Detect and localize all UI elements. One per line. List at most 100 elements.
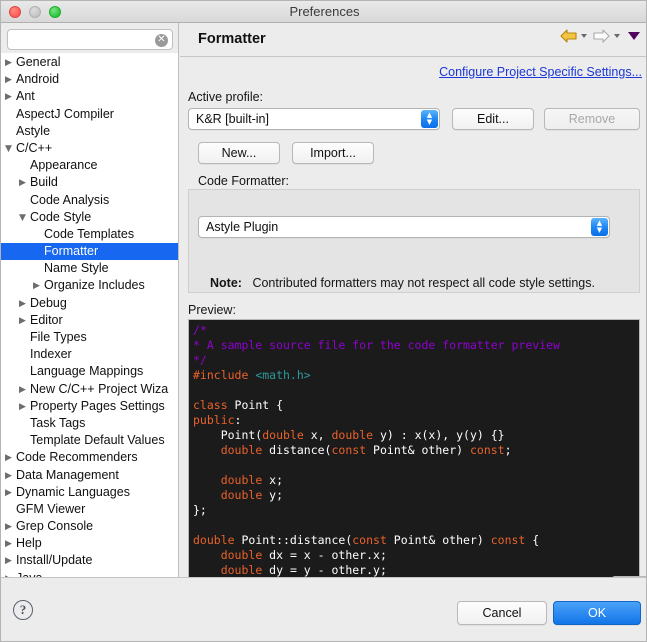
sidebar-item-code-templates[interactable]: Code Templates (1, 226, 178, 243)
clear-search-icon[interactable]: ✕ (155, 34, 168, 47)
sidebar-item-code-style[interactable]: ▼ Code Style (1, 209, 178, 227)
sidebar-item-grep-console[interactable]: ▶ Grep Console (1, 518, 178, 536)
sidebar-item-name-style[interactable]: Name Style (1, 260, 178, 277)
sidebar-item-code-recommenders[interactable]: ▶ Code Recommenders (1, 449, 178, 467)
sidebar-item-label: Formatter (44, 244, 99, 259)
cancel-button[interactable]: Cancel (457, 601, 547, 625)
code-line: double dx = x - other.x; (193, 548, 639, 563)
sidebar-item-dynamic-languages[interactable]: ▶ Dynamic Languages (1, 484, 178, 502)
help-icon[interactable]: ? (13, 600, 33, 620)
code-token: double (331, 428, 374, 442)
code-token: double (220, 473, 263, 487)
back-arrow-icon (560, 29, 577, 43)
code-token: /* (193, 323, 207, 337)
code-token: double (220, 548, 263, 562)
code-token: y; (262, 488, 284, 502)
chevron-right-icon[interactable]: ▶ (5, 450, 16, 467)
code-line: double Point::distance(const Point& othe… (193, 533, 639, 548)
code-token: <math.h> (255, 368, 311, 382)
chevron-right-icon[interactable]: ▶ (19, 313, 30, 330)
code-token: Point& other) (386, 533, 491, 547)
back-button[interactable] (560, 29, 577, 43)
sidebar-item-android[interactable]: ▶ Android (1, 71, 178, 89)
code-line: #include <math.h> (193, 368, 639, 383)
chevron-right-icon[interactable]: ▶ (19, 296, 30, 313)
code-token: #include (193, 368, 256, 382)
sidebar-item-template-default-values[interactable]: Template Default Values (1, 432, 178, 449)
sidebar-item-gfm-viewer[interactable]: GFM Viewer (1, 501, 178, 518)
chevron-right-icon[interactable]: ▶ (5, 519, 16, 536)
sidebar-item-astyle[interactable]: Astyle (1, 123, 178, 140)
ok-button[interactable]: OK (553, 601, 641, 625)
sidebar-item-task-tags[interactable]: Task Tags (1, 415, 178, 432)
back-history-chevron-down-icon[interactable] (581, 34, 587, 38)
sidebar-item-editor[interactable]: ▶ Editor (1, 312, 178, 330)
search-box[interactable]: ✕ (7, 29, 173, 50)
sidebar-item-label: Indexer (30, 347, 72, 362)
chevron-right-icon[interactable]: ▶ (5, 553, 16, 570)
chevron-right-icon[interactable]: ▶ (19, 399, 30, 416)
import-profile-button[interactable]: Import... (292, 142, 374, 164)
sidebar-item-label: C/C++ (16, 140, 53, 155)
sidebar-item-label: Organize Includes (44, 278, 145, 293)
forward-arrow-icon (593, 29, 610, 43)
chevron-right-icon[interactable]: ▶ (5, 72, 16, 89)
code-token: double (220, 443, 263, 457)
sidebar-item-data-management[interactable]: ▶ Data Management (1, 467, 178, 485)
sidebar-item-label: File Types (30, 330, 87, 344)
title-bar: Preferences (1, 1, 646, 23)
chevron-right-icon[interactable]: ▶ (5, 536, 16, 553)
chevron-right-icon[interactable]: ▶ (19, 175, 30, 192)
preferences-tree[interactable]: ▶ General ▶ Android ▶ Ant AspectJ Compiler Asty… (1, 53, 178, 577)
chevron-right-icon[interactable]: ▶ (5, 485, 16, 502)
sidebar-item-install-update[interactable]: ▶ Install/Update (1, 552, 178, 570)
search-input[interactable] (13, 30, 151, 49)
sidebar-item-formatter[interactable]: Formatter (1, 243, 178, 261)
forward-history-chevron-down-icon[interactable] (614, 34, 620, 38)
code-formatter-chevron-icon[interactable]: ▲ ▼ (591, 218, 608, 236)
code-line: * A sample source file for the code form… (193, 338, 639, 353)
code-token: Point( (193, 428, 263, 442)
sidebar-item-appearance[interactable]: Appearance (1, 157, 178, 174)
sidebar-item-general[interactable]: ▶ General (1, 54, 178, 72)
sidebar-item-ant[interactable]: ▶ Ant (1, 88, 178, 106)
code-token: const (331, 443, 367, 457)
sidebar-item-language-mappings[interactable]: Language Mappings (1, 363, 178, 380)
configure-project-specific-settings-link[interactable]: Configure Project Specific Settings... (439, 65, 642, 79)
chevron-right-icon[interactable]: ▶ (5, 89, 16, 106)
formatter-settings-body: Configure Project Specific Settings... A… (180, 57, 646, 607)
sidebar-item-aspectj-compiler[interactable]: AspectJ Compiler (1, 106, 178, 123)
forward-button[interactable] (593, 29, 610, 43)
sidebar-item-java[interactable]: ▶Java (1, 570, 178, 577)
edit-profile-button[interactable]: Edit... (452, 108, 534, 130)
chevron-right-icon[interactable]: ▶ (19, 382, 30, 399)
chevron-right-icon[interactable]: ▶ (5, 55, 16, 72)
code-formatter-select[interactable]: Astyle Plugin ▲ ▼ (198, 216, 610, 238)
sidebar-item-label: Install/Update (16, 553, 93, 568)
code-line: Point(double x, double y) : x(x), y(y) {… (193, 428, 639, 443)
sidebar-item-indexer[interactable]: Indexer (1, 346, 178, 363)
view-menu-dropdown-icon[interactable] (628, 32, 640, 40)
sidebar-item-help[interactable]: ▶ Help (1, 535, 178, 553)
chevron-down-icon[interactable]: ▼ (19, 210, 30, 227)
sidebar-item-new-c-c-project-wiza[interactable]: ▶ New C/C++ Project Wiza (1, 381, 178, 399)
chevron-down-icon[interactable]: ▼ (5, 141, 16, 158)
sidebar-item-label: Android (16, 72, 60, 87)
code-token: ; (504, 443, 512, 457)
active-profile-chevron-icon[interactable]: ▲ ▼ (421, 110, 438, 128)
sidebar-item-property-pages-settings[interactable]: ▶ Property Pages Settings (1, 398, 178, 416)
chevron-right-icon[interactable]: ▶ (33, 278, 44, 295)
chevron-right-icon[interactable]: ▶ (5, 468, 16, 485)
sidebar-item-c-c[interactable]: ▼ C/C++ (1, 140, 178, 158)
new-profile-button[interactable]: New... (198, 142, 280, 164)
sidebar-item-file-types[interactable]: File Types (1, 329, 178, 346)
code-line: class Point { (193, 398, 639, 413)
sidebar-item-organize-includes[interactable]: ▶ Organize Includes (1, 277, 178, 295)
sidebar-item-build[interactable]: ▶ Build (1, 174, 178, 192)
active-profile-select[interactable]: K&R [built-in] ▲ ▼ (188, 108, 440, 130)
note-prefix: Note: (210, 276, 242, 290)
sidebar-item-code-analysis[interactable]: Code Analysis (1, 192, 178, 209)
sidebar-item-debug[interactable]: ▶ Debug (1, 295, 178, 313)
code-token: Point& other) (366, 443, 470, 457)
